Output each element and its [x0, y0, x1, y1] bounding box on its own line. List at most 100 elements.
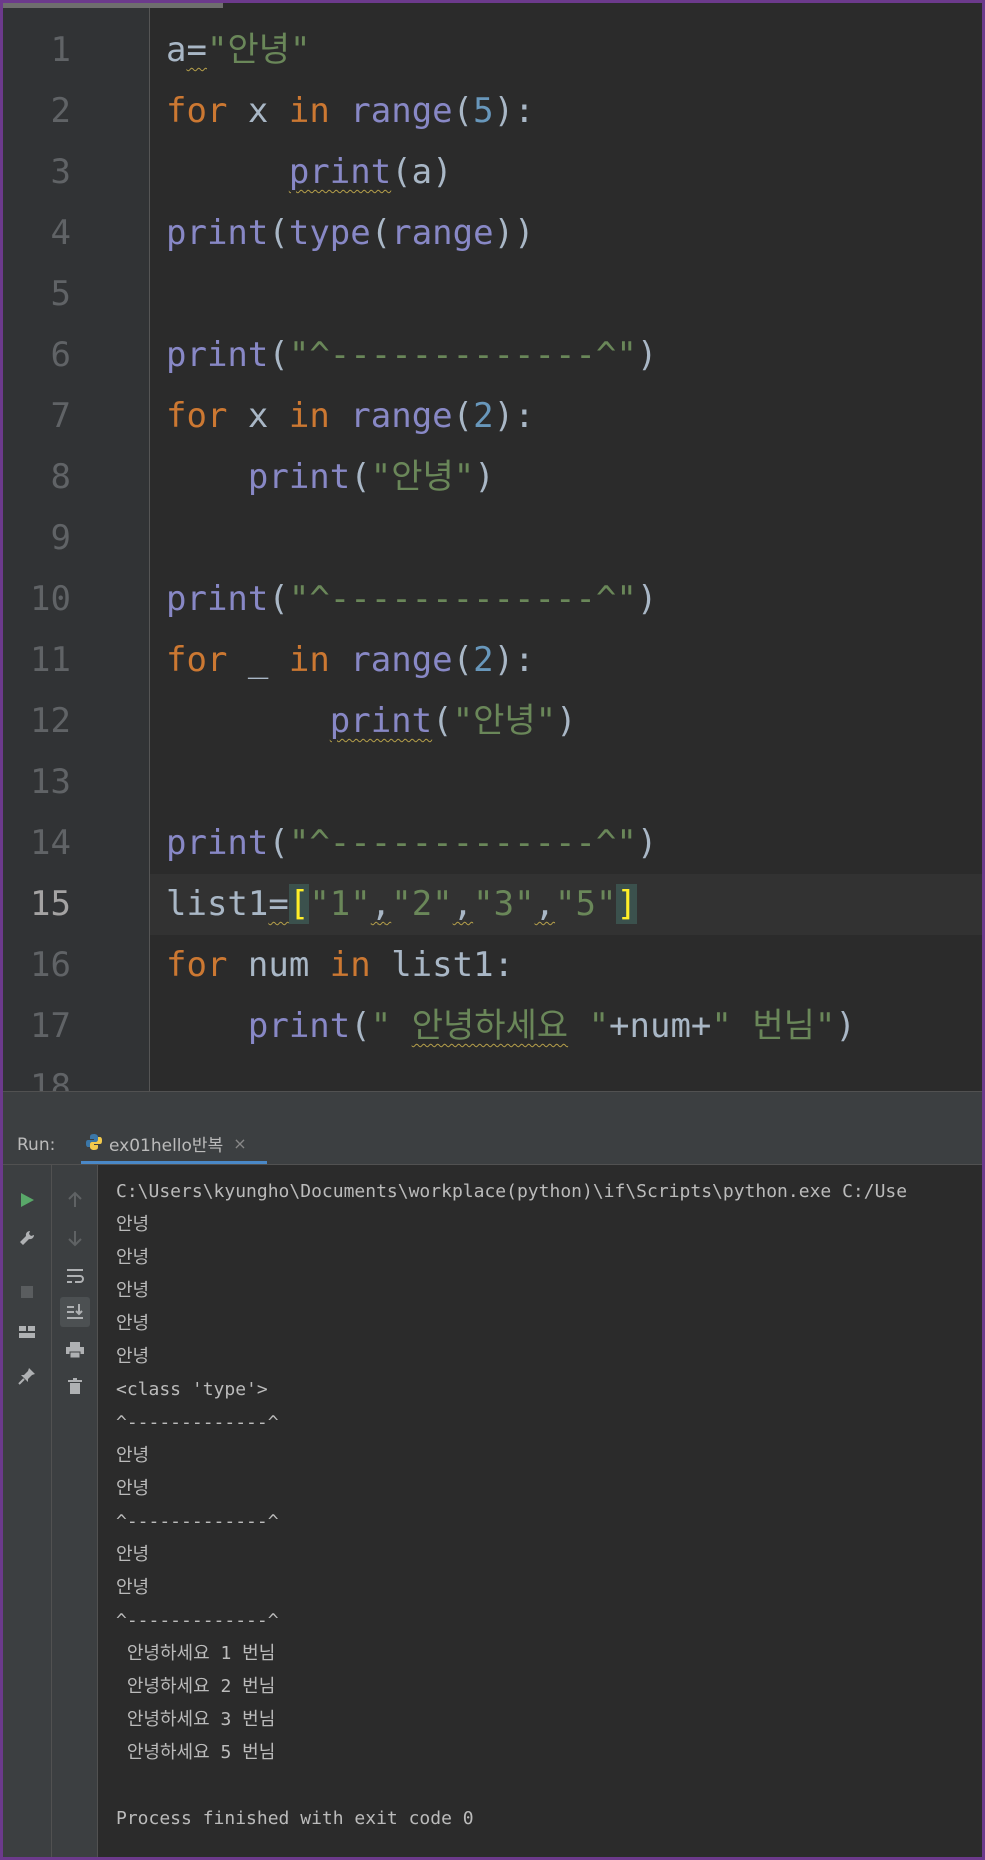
code-token: print — [288, 152, 392, 192]
code-token: ( — [370, 213, 392, 253]
code-line[interactable]: for num in list1: — [166, 935, 514, 996]
code-line[interactable]: list1=["1","2","3","5"] — [166, 874, 637, 935]
scroll-to-end-icon[interactable] — [60, 1297, 90, 1327]
code-token: print — [166, 579, 269, 619]
code-token: list1: — [370, 945, 515, 985]
console-output[interactable]: C:\Users\kyungho\Documents\workplace(pyt… — [98, 1165, 982, 1857]
run-toolbar-left — [3, 1165, 52, 1857]
line-number[interactable]: 10 — [3, 569, 71, 630]
console-line: 안녕 — [116, 1577, 150, 1598]
line-number[interactable]: 11 — [3, 630, 71, 691]
soft-wrap-icon[interactable] — [60, 1261, 90, 1291]
line-number[interactable]: 16 — [3, 935, 71, 996]
line-number[interactable]: 7 — [3, 386, 71, 447]
code-token: "5" — [555, 884, 617, 924]
wrench-icon[interactable] — [12, 1223, 42, 1253]
line-number[interactable]: 17 — [3, 996, 71, 1057]
code-line[interactable]: a="안녕" — [166, 20, 310, 81]
close-icon[interactable]: × — [233, 1134, 246, 1153]
console-line: 안녕 — [116, 1478, 150, 1499]
code-token: print — [166, 335, 269, 375]
code-token: for — [166, 640, 228, 680]
code-token: x — [227, 91, 289, 131]
pin-icon[interactable] — [12, 1361, 42, 1391]
console-line: 안녕하세요 2 번님 — [116, 1676, 276, 1697]
code-token: ( — [350, 457, 371, 497]
code-editor[interactable]: 1 2 3 4 5 6 7 8 9 10 11 12 13 14 15 16 17 18 a="안녕" for x … — [3, 8, 982, 1091]
line-number[interactable]: 5 — [3, 264, 71, 325]
line-number[interactable]: 2 — [3, 81, 71, 142]
code-token: in — [288, 640, 330, 680]
code-token: print — [166, 213, 269, 253]
code-line[interactable]: print(" 안녕하세요 "+num+" 번님") — [166, 996, 856, 1057]
code-token: print — [166, 823, 269, 863]
stop-icon[interactable] — [12, 1277, 42, 1307]
run-icon[interactable] — [12, 1185, 42, 1215]
trash-icon[interactable] — [60, 1371, 90, 1401]
code-line[interactable]: print("^-------------^") — [166, 813, 657, 874]
code-token: x — [227, 396, 289, 436]
scroll-down-icon[interactable] — [60, 1223, 90, 1253]
console-line: 안녕하세요 5 번님 — [116, 1742, 276, 1763]
code-line[interactable]: for x in range(2): — [166, 386, 535, 447]
line-number[interactable]: 18 — [3, 1057, 71, 1091]
console-line: Process finished with exit code 0 — [116, 1808, 474, 1829]
line-number[interactable]: 9 — [3, 508, 71, 569]
line-number[interactable]: 3 — [3, 142, 71, 203]
code-token: "^-------------^" — [288, 823, 637, 863]
code-token: ( — [268, 823, 289, 863]
code-token: [ — [288, 884, 310, 924]
console-line: 안녕하세요 3 번님 — [116, 1709, 276, 1730]
code-token: ) — [636, 823, 658, 863]
code-token: list1 — [166, 884, 269, 924]
code-line[interactable]: print(a) — [166, 142, 453, 203]
layout-icon[interactable] — [12, 1317, 42, 1347]
code-token: ( — [268, 579, 289, 619]
line-number[interactable]: 12 — [3, 691, 71, 752]
code-token: , — [370, 884, 392, 924]
code-token: ) — [636, 335, 658, 375]
code-token: ] — [616, 884, 637, 924]
code-token: )) — [493, 213, 535, 253]
console-line: C:\Users\kyungho\Documents\workplace(pyt… — [116, 1181, 908, 1202]
code-token: ( — [268, 335, 289, 375]
code-token: ( — [432, 701, 453, 741]
code-token: for — [166, 396, 228, 436]
code-token: range — [350, 640, 453, 680]
line-number[interactable]: 1 — [3, 20, 71, 81]
code-line[interactable]: print("안녕") — [166, 447, 495, 508]
line-number[interactable]: 15 — [3, 874, 71, 935]
scroll-up-icon[interactable] — [60, 1185, 90, 1215]
line-number[interactable]: 14 — [3, 813, 71, 874]
code-token: range — [391, 213, 494, 253]
code-token: ) — [474, 457, 495, 497]
line-number[interactable]: 13 — [3, 752, 71, 813]
code-token: num — [227, 945, 330, 985]
code-token: ) — [835, 1006, 856, 1046]
code-token: in — [288, 396, 330, 436]
run-tab[interactable]: ex01hello반복 × — [81, 1126, 267, 1164]
code-token: "안녕" — [206, 30, 311, 70]
code-line[interactable]: print("^-------------^") — [166, 325, 657, 386]
line-number[interactable]: 4 — [3, 203, 71, 264]
code-token: in — [329, 945, 371, 985]
code-line[interactable]: print("안녕") — [166, 691, 577, 752]
code-token: ) — [636, 579, 658, 619]
code-line[interactable]: for _ in range(2): — [166, 630, 535, 691]
print-icon[interactable] — [60, 1335, 90, 1365]
code-token: range — [350, 91, 453, 131]
panel-splitter[interactable] — [3, 1091, 982, 1126]
console-line: ^-------------^ — [116, 1412, 279, 1433]
code-token: " — [370, 1006, 412, 1046]
code-line[interactable]: for x in range(5): — [166, 81, 535, 142]
line-number[interactable]: 6 — [3, 325, 71, 386]
code-line[interactable]: print(type(range)) — [166, 203, 535, 264]
code-line[interactable]: print("^-------------^") — [166, 569, 657, 630]
console-line: <class 'type'> — [116, 1379, 268, 1400]
console-line: 안녕 — [116, 1214, 150, 1235]
line-number[interactable]: 8 — [3, 447, 71, 508]
line-number-gutter[interactable]: 1 2 3 4 5 6 7 8 9 10 11 12 13 14 15 16 17 18 — [3, 8, 150, 1091]
